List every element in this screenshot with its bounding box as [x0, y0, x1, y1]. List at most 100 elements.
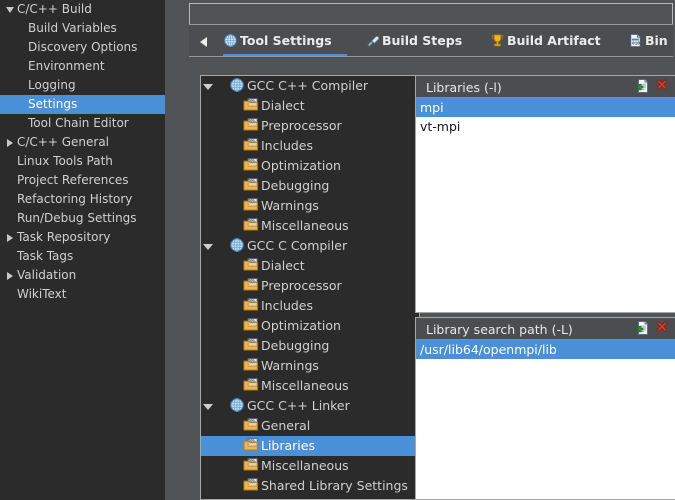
tree-spacer: [6, 247, 17, 266]
indent-spacer: [201, 216, 215, 236]
configuration-bar: [189, 3, 673, 24]
nav-item-run-debug-settings[interactable]: Run/Debug Settings: [0, 209, 165, 228]
nav-item-validation[interactable]: Validation: [0, 266, 165, 285]
nav-item-wikitext[interactable]: WikiText: [0, 285, 165, 304]
tree-item-label: Miscellaneous: [261, 218, 349, 233]
nav-item-task-repository[interactable]: Task Repository: [0, 228, 165, 247]
list-item[interactable]: vt-mpi: [416, 117, 675, 136]
twisty-closed-icon[interactable]: [6, 228, 17, 247]
indent-spacer: [215, 336, 229, 356]
nav-item-tool-chain-editor[interactable]: Tool Chain Editor: [0, 114, 165, 133]
tree-item-debugging[interactable]: Debugging: [201, 176, 419, 196]
indent-spacer: [6, 19, 17, 38]
nav-item-task-tags[interactable]: Task Tags: [0, 247, 165, 266]
tab-bin[interactable]: 010Bin: [628, 25, 675, 59]
twisty-closed-icon[interactable]: [6, 266, 17, 285]
delete-icon[interactable]: [654, 78, 674, 97]
indent-spacer: [229, 136, 243, 156]
tree-item-includes[interactable]: Includes: [201, 136, 419, 156]
nav-item-label: Tool Chain Editor: [28, 114, 129, 133]
tree-item-preprocessor[interactable]: Preprocessor: [201, 116, 419, 136]
indent-spacer: [229, 356, 243, 376]
twisty-open-icon[interactable]: [201, 236, 215, 256]
indent-spacer: [201, 436, 215, 456]
nav-item-refactoring-history[interactable]: Refactoring History: [0, 190, 165, 209]
tree-item-warnings[interactable]: Warnings: [201, 196, 419, 216]
indent-spacer: [229, 336, 243, 356]
tree-item-optimization[interactable]: Optimization: [201, 316, 419, 336]
indent-spacer: [215, 216, 229, 236]
tree-item-label: Debugging: [261, 178, 329, 193]
tree-item-label: General: [261, 418, 310, 433]
list-panel-header: Libraries (-l): [415, 75, 675, 98]
folder-icon: [243, 317, 259, 333]
nav-item-discovery-options[interactable]: Discovery Options: [0, 38, 165, 57]
tree-item-shared-library-settings[interactable]: Shared Library Settings: [201, 476, 419, 496]
nav-item-label: Task Tags: [17, 247, 73, 266]
indent-spacer: [229, 176, 243, 196]
indent-spacer: [215, 116, 229, 136]
add-icon[interactable]: [634, 320, 654, 339]
chevron-left-icon[interactable]: [197, 34, 211, 50]
list-panel-body[interactable]: /usr/lib64/openmpi/lib: [415, 340, 675, 500]
tree-item-includes[interactable]: Includes: [201, 296, 419, 316]
add-icon[interactable]: [634, 78, 654, 97]
tab-tool-settings[interactable]: Tool Settings: [223, 25, 347, 59]
nav-item-environment[interactable]: Environment: [0, 57, 165, 76]
tree-item-label: Dialect: [261, 258, 305, 273]
nav-item-c-c-build[interactable]: C/C++ Build: [0, 0, 165, 19]
tab-build-steps[interactable]: Build Steps: [365, 25, 469, 59]
tree-item-libraries[interactable]: Libraries: [201, 436, 419, 456]
tree-item-dialect[interactable]: Dialect: [201, 96, 419, 116]
nav-item-project-references[interactable]: Project References: [0, 171, 165, 190]
indent-spacer: [6, 76, 17, 95]
indent-spacer: [215, 316, 229, 336]
properties-nav-tree[interactable]: C/C++ BuildBuild VariablesDiscovery Opti…: [0, 0, 165, 500]
indent-spacer: [17, 19, 28, 38]
tree-item-miscellaneous[interactable]: Miscellaneous: [201, 376, 419, 396]
nav-item-label: Logging: [28, 76, 76, 95]
indent-spacer: [6, 38, 17, 57]
nav-item-linux-tools-path[interactable]: Linux Tools Path: [0, 152, 165, 171]
tab-strip: Tool Settings Build Steps Build Artifact 01…: [189, 24, 673, 58]
indent-spacer: [17, 38, 28, 57]
list-item[interactable]: /usr/lib64/openmpi/lib: [416, 340, 675, 359]
nav-item-label: Run/Debug Settings: [17, 209, 137, 228]
nav-item-settings[interactable]: Settings: [0, 95, 165, 114]
list-panel-body[interactable]: mpivt-mpi: [415, 98, 675, 313]
indent-spacer: [215, 156, 229, 176]
indent-spacer: [201, 96, 215, 116]
tree-item-warnings[interactable]: Warnings: [201, 356, 419, 376]
indent-spacer: [201, 256, 215, 276]
nav-item-build-variables[interactable]: Build Variables: [0, 19, 165, 38]
tree-item-label: Warnings: [261, 358, 319, 373]
nav-splitter[interactable]: [165, 0, 188, 500]
tree-item-optimization[interactable]: Optimization: [201, 156, 419, 176]
tree-item-general[interactable]: General: [201, 416, 419, 436]
twisty-open-icon[interactable]: [201, 396, 215, 416]
tree-item-gcc-c-compiler[interactable]: GCC C Compiler: [201, 236, 419, 256]
nav-item-logging[interactable]: Logging: [0, 76, 165, 95]
tree-item-miscellaneous[interactable]: Miscellaneous: [201, 456, 419, 476]
delete-icon[interactable]: [654, 320, 674, 339]
folder-icon: [243, 417, 259, 433]
tree-item-dialect[interactable]: Dialect: [201, 256, 419, 276]
tab-build-artifact[interactable]: Build Artifact: [490, 25, 606, 59]
tree-spacer: [6, 209, 17, 228]
twisty-open-icon[interactable]: [6, 0, 17, 19]
folder-icon: [243, 457, 259, 473]
indent-spacer: [6, 95, 17, 114]
list-item[interactable]: mpi: [416, 98, 675, 117]
twisty-open-icon[interactable]: [201, 76, 215, 96]
twisty-closed-icon[interactable]: [6, 133, 17, 152]
tree-item-gcc-c++-linker[interactable]: GCC C++ Linker: [201, 396, 419, 416]
tool-settings-tree[interactable]: GCC C++ CompilerDialectPreprocessorInclu…: [200, 75, 420, 500]
compiler-icon: [229, 397, 245, 413]
indent-spacer: [215, 196, 229, 216]
tree-item-gcc-c++-compiler[interactable]: GCC C++ Compiler: [201, 76, 419, 96]
tree-item-debugging[interactable]: Debugging: [201, 336, 419, 356]
indent-spacer: [201, 456, 215, 476]
tree-item-preprocessor[interactable]: Preprocessor: [201, 276, 419, 296]
nav-item-c-c-general[interactable]: C/C++ General: [0, 133, 165, 152]
tree-item-miscellaneous[interactable]: Miscellaneous: [201, 216, 419, 236]
